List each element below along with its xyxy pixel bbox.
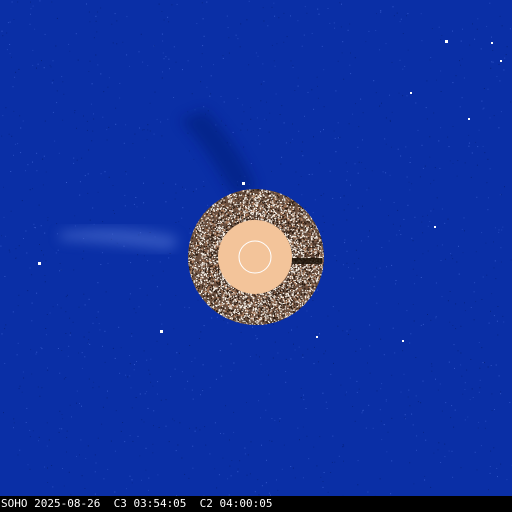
pylon-shadow <box>292 258 322 264</box>
star <box>434 226 436 228</box>
star <box>468 118 470 120</box>
star <box>160 330 163 333</box>
star <box>38 262 41 265</box>
c2-occulter-disk <box>218 220 292 294</box>
star <box>500 60 502 62</box>
star <box>445 40 448 43</box>
star <box>410 92 412 94</box>
caption-text: SOHO 2025-08-26 C3 03:54:05 C2 04:00:05 <box>1 497 273 510</box>
coronagraph-image: SOHO 2025-08-26 C3 03:54:05 C2 04:00:05 <box>0 0 512 512</box>
caption-bar: SOHO 2025-08-26 C3 03:54:05 C2 04:00:05 <box>0 496 512 512</box>
star <box>491 42 493 44</box>
coronagraph-svg <box>0 0 512 496</box>
coronagraph-field <box>0 0 512 496</box>
star <box>242 182 245 185</box>
star <box>402 340 404 342</box>
star <box>316 336 318 338</box>
